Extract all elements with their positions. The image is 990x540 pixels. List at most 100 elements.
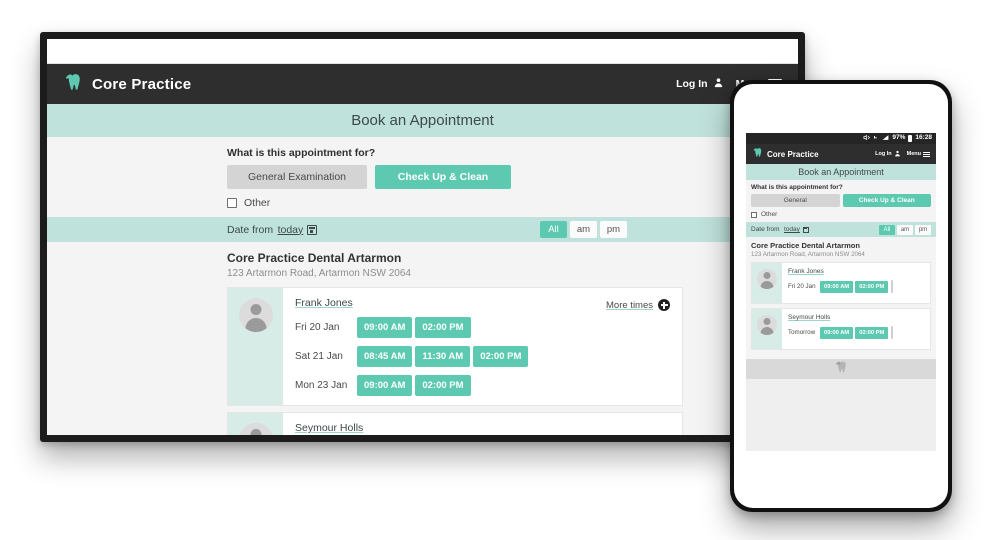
mobile-slot-row: Tomorrow 09:00 AM 02:00 PM	[788, 326, 930, 339]
login-label: Log In	[676, 78, 708, 90]
mobile-option-check-up-clean[interactable]: Check Up & Clean	[842, 194, 931, 207]
practitioner-body: Frank Jones Fri 20 Jan 09:00 AM 02:00 PM…	[283, 288, 682, 405]
time-slot[interactable]: 02:00 PM	[473, 346, 529, 367]
mobile-brand-name: Core Practice	[767, 149, 819, 159]
mobile-practice-name: Core Practice Dental Artarmon	[751, 241, 860, 250]
person-icon	[894, 150, 901, 159]
mobile-practitioner-name[interactable]: Seymour Holls	[788, 314, 930, 321]
avatar-icon	[757, 315, 777, 335]
mobile-practitioner-card: Frank Jones Fri 20 Jan 09:00 AM 02:00 PM	[751, 262, 931, 304]
mobile-login-label: Log In	[875, 151, 892, 157]
option-other-row[interactable]: Other	[227, 197, 778, 209]
appointment-type-section: What is this appointment for? General Ex…	[47, 137, 798, 217]
signal-bars-icon	[882, 134, 889, 144]
tooth-logo-icon	[63, 72, 83, 97]
time-slot[interactable]: 09:00 AM	[820, 326, 854, 339]
phone-screen: 97% 16:28 Core Practice Log In Menu Book…	[746, 133, 936, 451]
practice-address: 123 Artarmon Road, Artarmon NSW 2064	[227, 268, 411, 279]
more-times-button[interactable]: More times	[606, 299, 670, 311]
mobile-option-other-row[interactable]: Other	[751, 211, 931, 218]
avatar-panel	[752, 263, 782, 303]
mobile-slot-row: Fri 20 Jan 09:00 AM 02:00 PM	[788, 280, 930, 293]
mobile-practitioner-list: Frank Jones Fri 20 Jan 09:00 AM 02:00 PM	[746, 258, 936, 359]
avatar-icon	[238, 298, 273, 332]
time-slot[interactable]: 02:00 PM	[415, 317, 471, 338]
mobile-brand-logo[interactable]: Core Practice	[752, 145, 819, 163]
time-slot[interactable]: 02:00 PM	[855, 280, 889, 293]
appointment-choices: General Examination Check Up & Clean	[227, 165, 778, 189]
calendar-icon[interactable]	[307, 224, 318, 235]
mobile-filter-am[interactable]: am	[897, 224, 913, 235]
brand-logo[interactable]: Core Practice	[63, 72, 191, 97]
roaming-icon	[873, 134, 879, 143]
time-slot[interactable]: 02:00 PM	[855, 326, 889, 339]
mobile-practice-section: Core Practice Dental Artarmon 123 Artarm…	[746, 237, 936, 258]
mobile-login-button[interactable]: Log In	[875, 150, 901, 159]
slot-group: 08:45 AM 11:30 AM 02:00 PM	[357, 346, 529, 367]
option-general-examination[interactable]: General Examination	[227, 165, 367, 189]
checkbox-icon[interactable]	[227, 198, 237, 208]
slot-scrollbar[interactable]	[891, 326, 894, 339]
avatar-icon	[238, 423, 273, 435]
practice-name: Core Practice Dental Artarmon	[227, 251, 402, 265]
slot-scrollbar[interactable]	[891, 280, 894, 293]
avatar-panel	[752, 309, 782, 349]
slot-row: Fri 20 Jan 09:00 AM 02:00 PM	[295, 317, 672, 338]
site-header: Core Practice Log In Menu	[47, 64, 798, 104]
mobile-nav: Log In Menu	[875, 150, 930, 159]
more-times-label: More times	[606, 299, 653, 311]
filter-am[interactable]: am	[570, 221, 597, 238]
battery-icon	[908, 135, 913, 142]
date-from-label: Date from	[227, 223, 274, 236]
mobile-menu-label: Menu	[906, 151, 921, 157]
filter-all[interactable]: All	[540, 221, 567, 238]
mobile-practitioner-name[interactable]: Frank Jones	[788, 268, 930, 275]
battery-percent: 97%	[892, 134, 906, 142]
mobile-filter-pm[interactable]: pm	[915, 224, 931, 235]
mobile-appointment-section: What is this appointment for? General Ch…	[746, 180, 936, 222]
appointment-question: What is this appointment for?	[227, 147, 376, 159]
time-slot[interactable]: 08:45 AM	[357, 346, 413, 367]
time-slot[interactable]: 02:00 PM	[415, 375, 471, 396]
mobile-appointment-choices: General Check Up & Clean	[751, 194, 931, 207]
date-filter-band: Date from today All am pm	[47, 217, 798, 242]
option-check-up-clean[interactable]: Check Up & Clean	[375, 165, 511, 189]
practitioner-name[interactable]: Seymour Holls	[295, 422, 672, 434]
time-slot[interactable]: 11:30 AM	[415, 346, 471, 367]
date-from-value[interactable]: today	[278, 224, 304, 236]
slot-group: 09:00 AM 02:00 PM	[357, 317, 471, 338]
mobile-date-filter-band: Date from today All am pm	[746, 222, 936, 237]
mobile-menu-button[interactable]: Menu	[907, 151, 930, 157]
slot-group: 09:00 AM 02:00 PM	[357, 375, 471, 396]
calendar-icon[interactable]	[802, 226, 809, 233]
filter-pm[interactable]: pm	[600, 221, 627, 238]
phone-mockup: 97% 16:28 Core Practice Log In Menu Book…	[730, 80, 952, 512]
browser-chrome	[47, 39, 798, 64]
time-slot[interactable]: 09:00 AM	[820, 280, 854, 293]
tooth-watermark-icon	[834, 360, 848, 379]
laptop-screen: Core Practice Log In Menu Book an Appoin…	[47, 39, 798, 435]
plus-circle-icon	[658, 299, 670, 311]
mobile-footer	[746, 359, 936, 379]
mobile-option-general[interactable]: General	[751, 194, 840, 207]
checkbox-icon[interactable]	[751, 211, 757, 218]
mobile-filter-all[interactable]: All	[879, 224, 895, 235]
mobile-date-from-value[interactable]: today	[784, 226, 800, 233]
mobile-practitioner-body: Frank Jones Fri 20 Jan 09:00 AM 02:00 PM	[782, 263, 930, 303]
mobile-slot-group: 09:00 AM 02:00 PM	[820, 326, 889, 339]
login-button[interactable]: Log In	[676, 77, 724, 91]
mobile-page-title: Book an Appointment	[746, 164, 936, 180]
mobile-slot-group: 09:00 AM 02:00 PM	[820, 280, 889, 293]
mobile-header: Core Practice Log In Menu	[746, 144, 936, 164]
mobile-practitioner-card: Seymour Holls Tomorrow 09:00 AM 02:00 PM	[751, 308, 931, 350]
time-slot[interactable]: 09:00 AM	[357, 375, 413, 396]
avatar-panel	[228, 288, 283, 405]
page-title: Book an Appointment	[351, 112, 494, 129]
avatar-icon	[757, 269, 777, 289]
person-icon	[713, 77, 724, 91]
mobile-appointment-question: What is this appointment for?	[751, 184, 843, 191]
page-body: What is this appointment for? General Ex…	[47, 137, 798, 435]
time-slot[interactable]: 09:00 AM	[357, 317, 413, 338]
slot-day-label: Sat 21 Jan	[295, 351, 343, 362]
mute-icon	[863, 134, 871, 144]
